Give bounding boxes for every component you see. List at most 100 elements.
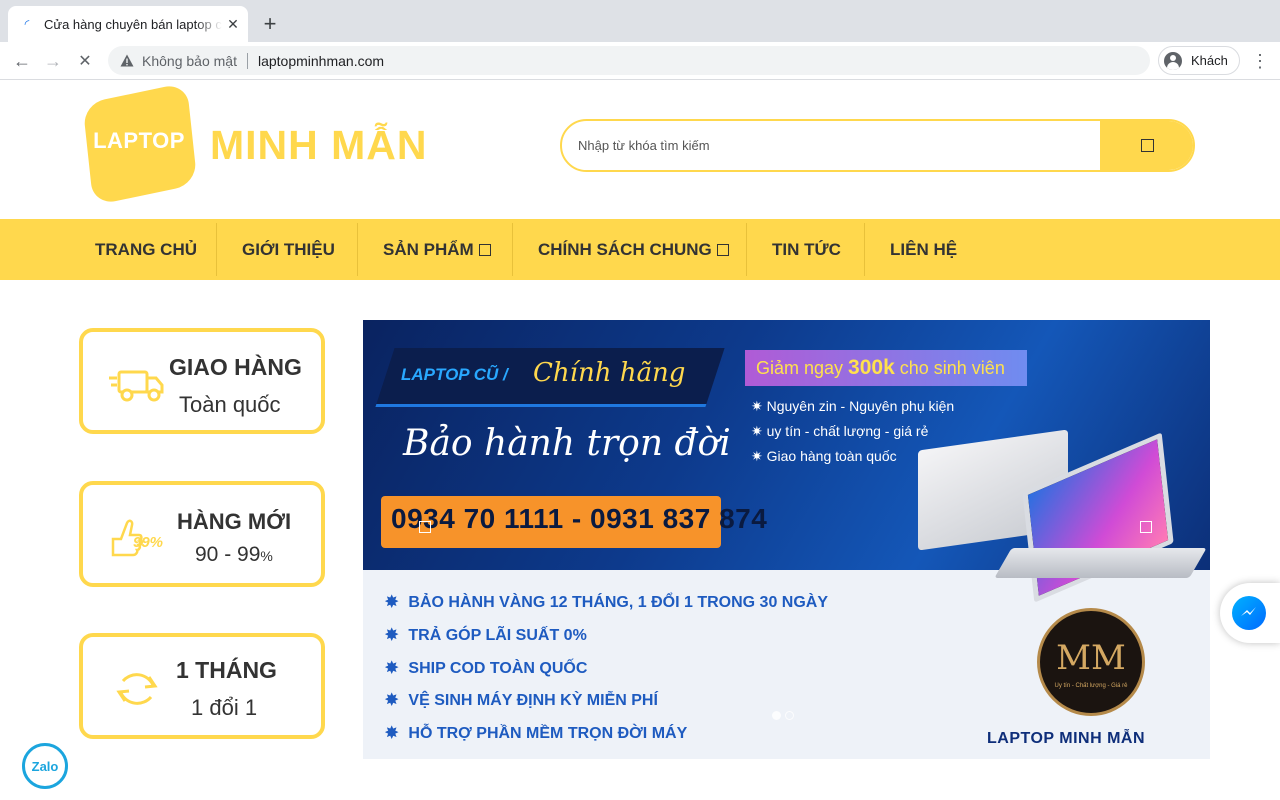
banner-tag-right: Chính hãng <box>533 358 686 388</box>
banner-feature-text: VỆ SINH MÁY ĐỊNH KỲ MIỄN PHÍ <box>408 692 658 709</box>
loading-favicon-icon: ◜ <box>24 17 30 31</box>
search-button[interactable] <box>1100 121 1193 170</box>
feature-subtitle-unit: % <box>260 548 273 564</box>
browser-tab[interactable]: ◜ Cửa hàng chuyên bán laptop cũ ✕ <box>8 6 248 42</box>
omnibox-divider <box>246 52 248 69</box>
next-slide-icon[interactable] <box>1140 521 1152 533</box>
feature-subtitle-value: 90 - 99 <box>195 543 261 566</box>
promo-text-before: Giảm ngay <box>756 358 849 378</box>
url-text[interactable]: laptopminhman.com <box>258 53 384 69</box>
warning-icon[interactable] <box>120 54 134 68</box>
banner-feature: ✸ TRẢ GÓP LÃI SUẤT 0% <box>385 625 587 645</box>
feature-title: HÀNG MỚI <box>177 509 292 534</box>
nav-label: SẢN PHẨM <box>383 239 474 259</box>
nav-item-news[interactable]: TIN TỨC <box>772 219 841 280</box>
feature-title: 1 THÁNG <box>176 657 277 683</box>
main-nav: TRANG CHỦ GIỚI THIỆU SẢN PHẨM CHÍNH SÁCH… <box>0 219 1280 280</box>
nav-divider <box>216 223 217 276</box>
profile-name: Khách <box>1191 53 1228 68</box>
carousel-dot-active[interactable] <box>772 711 781 720</box>
tab-close-button[interactable]: ✕ <box>224 15 242 33</box>
thumbs-up-99-icon: 99% <box>111 519 163 557</box>
prev-slide-icon[interactable] <box>419 521 431 533</box>
back-button[interactable]: ← <box>10 49 34 73</box>
star-icon: ✸ <box>385 660 399 677</box>
star-icon: ✸ <box>385 627 399 644</box>
feature-subtitle: 90 - 99% <box>195 543 273 567</box>
icon-99-text: 99% <box>133 534 163 551</box>
banner-bullet: ✷ Giao hàng toàn quốc <box>751 448 897 464</box>
feature-box-new-goods: 99% HÀNG MỚI 90 - 99% <box>79 481 325 587</box>
refresh-arrows-icon <box>116 673 158 705</box>
star-icon: ✸ <box>385 594 399 611</box>
laptop-image-base <box>994 548 1207 578</box>
banner-brand: LAPTOP MINH MẪN <box>987 730 1146 747</box>
promo-amount: 300k <box>848 356 895 379</box>
carousel-dot[interactable] <box>785 711 794 720</box>
zalo-chat-button[interactable]: Zalo <box>22 743 68 789</box>
banner-feature-text: HỖ TRỢ PHẦN MỀM TRỌN ĐỜI MÁY <box>408 725 688 742</box>
new-tab-button[interactable]: + <box>258 12 282 36</box>
star-icon: ✸ <box>385 725 399 742</box>
nav-label: LIÊN HỆ <box>890 239 958 259</box>
forward-button[interactable]: → <box>41 49 65 73</box>
mm-logo-text: MM <box>1056 638 1126 678</box>
nav-item-about[interactable]: GIỚI THIỆU <box>242 219 335 280</box>
promo-text-after: cho sinh viên <box>894 358 1005 378</box>
banner-tag-left: LAPTOP CŨ / <box>401 365 508 384</box>
banner-bullet-text: Nguyên zin - Nguyên phụ kiện <box>766 398 955 414</box>
banner-feature-text: BẢO HÀNH VÀNG 12 THÁNG, 1 ĐỔI 1 TRONG 30… <box>408 594 829 611</box>
avatar-icon <box>1164 51 1182 70</box>
nav-divider <box>357 223 358 276</box>
nav-label: CHÍNH SÁCH CHUNG <box>538 239 712 259</box>
banner-feature-text: TRẢ GÓP LÃI SUẤT 0% <box>408 627 587 644</box>
banner-bullet: ✷ uy tín - chất lượng - giá rẻ <box>751 423 929 439</box>
banner-bullet: ✷ Nguyên zin - Nguyên phụ kiện <box>751 398 955 414</box>
feature-subtitle: Toàn quốc <box>179 392 281 417</box>
nav-label: TRANG CHỦ <box>95 239 197 259</box>
stop-loading-button[interactable]: ✕ <box>73 49 97 73</box>
banner-phone: 0934 70 1111 - 0931 837 874 <box>391 503 768 534</box>
carousel-dots <box>772 711 794 720</box>
banner-feature: ✸ VỆ SINH MÁY ĐỊNH KỲ MIỄN PHÍ <box>385 690 658 710</box>
star-icon: ✸ <box>385 692 399 709</box>
banner-feature: ✸ SHIP COD TOÀN QUỐC <box>385 658 587 678</box>
dropdown-caret-icon <box>716 243 729 256</box>
mm-logo-tagline: Uy tín - Chất lượng - Giá rẻ <box>1054 683 1128 689</box>
feature-box-exchange: 1 THÁNG 1 đổi 1 <box>79 633 325 739</box>
search-icon <box>1141 139 1154 152</box>
banner-promo: Giảm ngay 300k cho sinh viên <box>756 356 1005 380</box>
security-status[interactable]: Không bảo mật <box>142 53 237 69</box>
banner-warranty: Bảo hành trọn đời <box>403 423 731 464</box>
nav-item-home[interactable]: TRANG CHỦ <box>95 219 197 280</box>
dropdown-caret-icon <box>478 243 491 256</box>
banner-bullet-text: Giao hàng toàn quốc <box>766 448 897 464</box>
nav-item-products[interactable]: SẢN PHẨM <box>383 219 491 280</box>
search-bar <box>560 119 1195 172</box>
nav-divider <box>746 223 747 276</box>
nav-divider <box>864 223 865 276</box>
browser-toolbar: ← → ✕ Không bảo mật laptopminhman.com Kh… <box>0 42 1280 80</box>
logo-name[interactable]: MINH MẪN <box>210 122 428 169</box>
browser-tabstrip: ◜ Cửa hàng chuyên bán laptop cũ ✕ + <box>0 0 1280 42</box>
profile-button[interactable]: Khách <box>1158 46 1240 75</box>
nav-label: TIN TỨC <box>772 239 841 259</box>
address-bar[interactable]: Không bảo mật laptopminhman.com <box>108 46 1150 75</box>
search-input[interactable] <box>562 121 1100 170</box>
banner-feature-text: SHIP COD TOÀN QUỐC <box>408 660 588 677</box>
nav-item-contact[interactable]: LIÊN HỆ <box>890 219 957 280</box>
feature-subtitle: 1 đổi 1 <box>191 695 258 720</box>
banner-bullet-text: uy tín - chất lượng - giá rẻ <box>766 423 929 439</box>
messenger-icon[interactable] <box>1232 596 1266 630</box>
banner-feature: ✸ BẢO HÀNH VÀNG 12 THÁNG, 1 ĐỔI 1 TRONG 3… <box>385 592 828 612</box>
hero-banner-slider[interactable]: LAPTOP CŨ / Chính hãng Bảo hành trọn đời… <box>363 320 1210 759</box>
tab-title: Cửa hàng chuyên bán laptop cũ <box>44 16 222 32</box>
banner-feature: ✸ HỖ TRỢ PHẦN MỀM TRỌN ĐỜI MÁY <box>385 723 687 743</box>
feature-box-shipping: GIAO HÀNG Toàn quốc <box>79 328 325 434</box>
nav-divider <box>512 223 513 276</box>
nav-label: GIỚI THIỆU <box>242 239 335 259</box>
feature-title: GIAO HÀNG <box>169 354 302 380</box>
browser-menu-button[interactable]: ⋮ <box>1250 49 1270 73</box>
truck-icon <box>109 370 164 402</box>
nav-item-policies[interactable]: CHÍNH SÁCH CHUNG <box>538 219 729 280</box>
